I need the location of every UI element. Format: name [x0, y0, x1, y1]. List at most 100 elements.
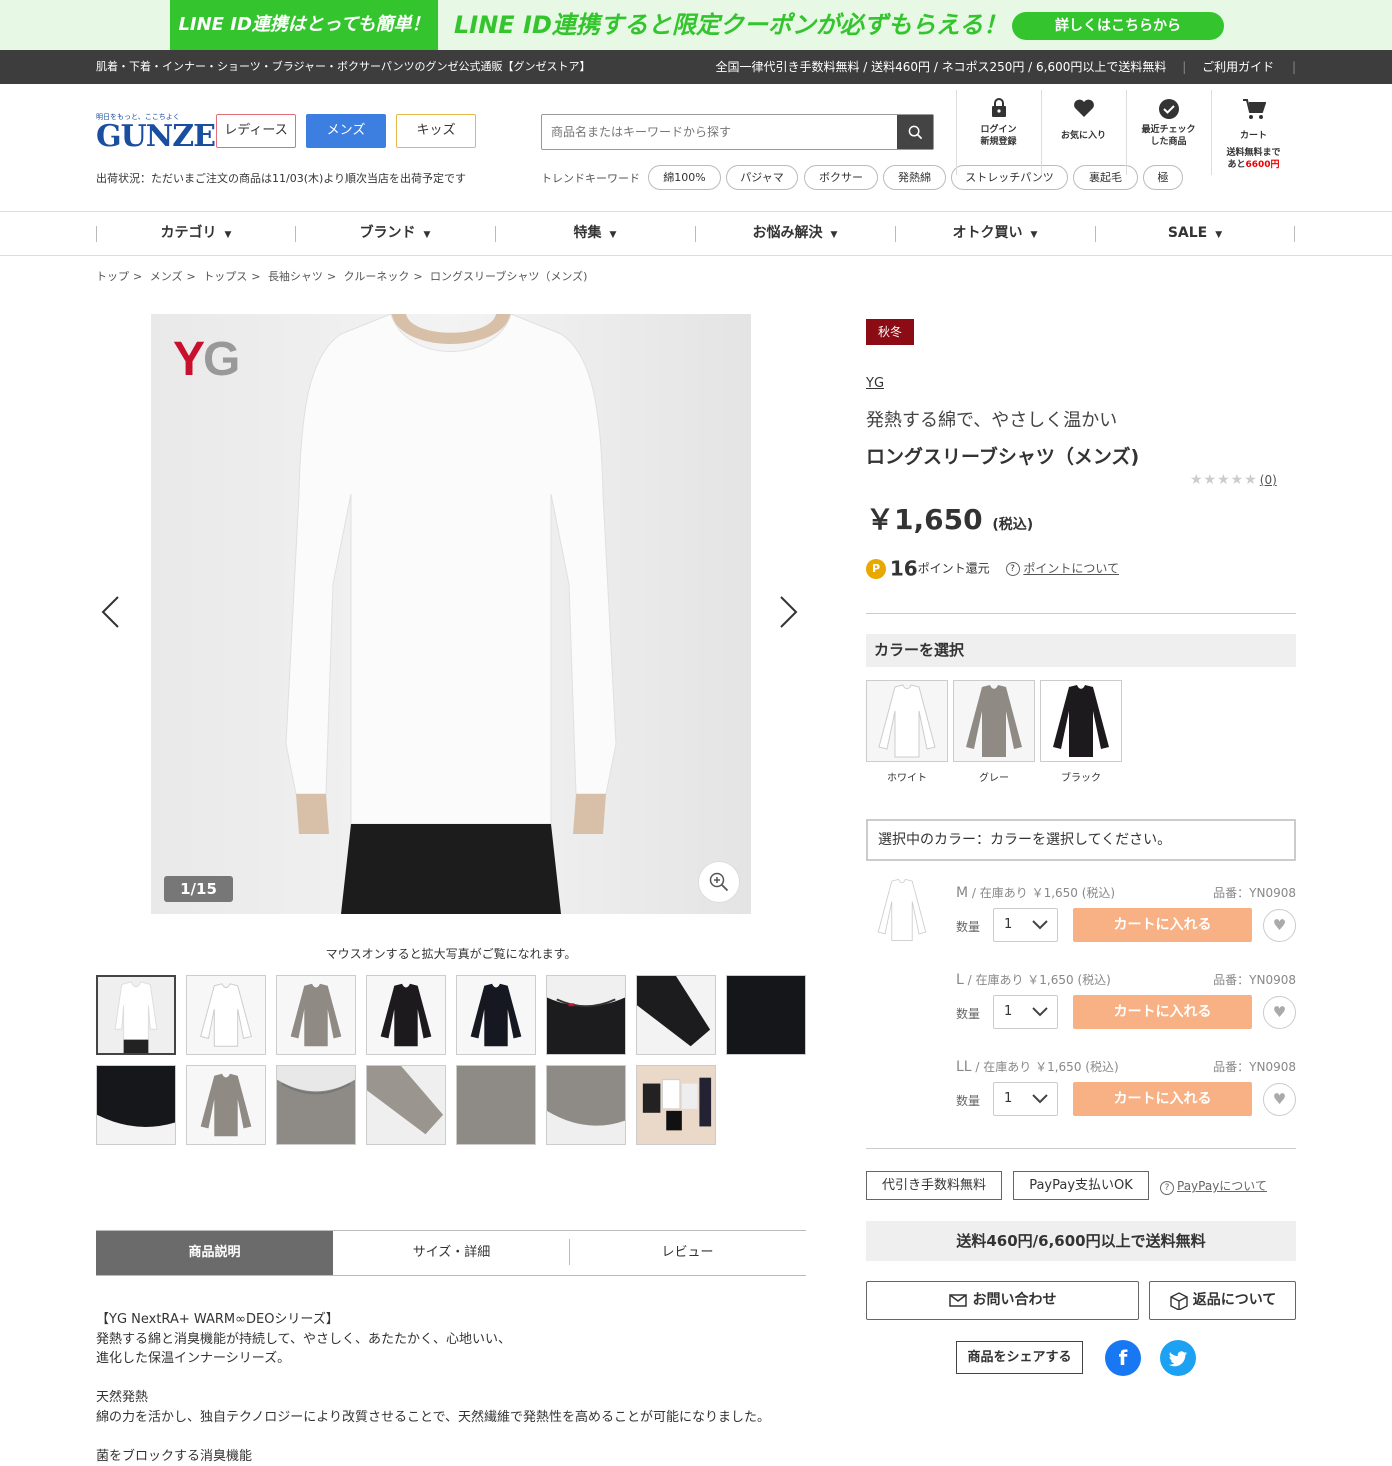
gallery-thumbnail[interactable]	[456, 1065, 536, 1145]
trend-chip[interactable]: 綿100%	[648, 165, 721, 190]
zoom-in-icon	[709, 872, 729, 892]
gallery-thumbnail[interactable]	[276, 975, 356, 1055]
breadcrumb-item[interactable]: メンズ	[150, 270, 183, 283]
gallery-thumbnail[interactable]	[96, 1065, 176, 1145]
size-info: L / 在庫あり ￥1,650 (税込)	[956, 971, 1111, 988]
search-button[interactable]	[897, 115, 933, 149]
size-label: M	[956, 885, 968, 901]
size-row-l: L / 在庫あり ￥1,650 (税込) 品番：YN0908 数量 1 カートに…	[956, 971, 1296, 1051]
tab-reviews[interactable]: レビュー	[569, 1231, 806, 1275]
quantity-select[interactable]: 1	[993, 1082, 1058, 1116]
nav-category[interactable]: カテゴリ▼	[96, 212, 296, 255]
main-product-image[interactable]: YG 1/15	[151, 314, 751, 914]
quantity-select[interactable]: 1	[993, 995, 1058, 1029]
search-icon	[908, 125, 923, 140]
gallery-thumbnail[interactable]	[186, 1065, 266, 1145]
search-input[interactable]	[542, 115, 898, 149]
gallery-thumbnail[interactable]	[546, 1065, 626, 1145]
favorite-button[interactable]: ♥	[1263, 909, 1296, 942]
add-to-cart-button[interactable]: カートに入れる	[1073, 1082, 1252, 1116]
cart-label: カート	[1211, 130, 1296, 142]
divider	[866, 1148, 1296, 1149]
global-nav: カテゴリ▼ ブランド▼ 特集 ▼ お悩み解決 ▼ オトク買い▼ SALE▼	[0, 211, 1392, 256]
add-to-cart-button[interactable]: カートに入れる	[1073, 995, 1252, 1029]
remaining-prefix: あと	[1227, 160, 1245, 170]
favorites-link[interactable]: お気に入り	[1041, 90, 1126, 180]
mens-button[interactable]: メンズ	[306, 114, 386, 148]
search-box	[541, 114, 934, 150]
gallery-thumbnail[interactable]	[366, 1065, 446, 1145]
favorite-button[interactable]: ♥	[1263, 996, 1296, 1029]
gallery-thumbnail[interactable]	[276, 1065, 356, 1145]
nav-label: お悩み解決	[753, 225, 823, 241]
color-swatch-black[interactable]	[1040, 680, 1122, 762]
breadcrumb-item[interactable]: 長袖シャツ	[268, 270, 323, 283]
gallery-thumbnail[interactable]	[636, 1065, 716, 1145]
gallery-thumbnail[interactable]	[186, 975, 266, 1055]
gunze-logo[interactable]: 明日をもっと、ここちよく GUNZE	[96, 112, 198, 152]
gallery-thumbnail[interactable]	[96, 975, 176, 1055]
breadcrumb-item[interactable]: トップス	[203, 270, 247, 283]
check-circle-icon	[1126, 98, 1211, 124]
tab-description[interactable]: 商品説明	[96, 1231, 333, 1275]
size-label: L	[956, 972, 964, 988]
ladies-button[interactable]: レディース	[216, 114, 296, 148]
kids-button[interactable]: キッズ	[396, 114, 476, 148]
color-swatch-white[interactable]	[866, 680, 948, 762]
nav-deals[interactable]: オトク買い▼	[895, 212, 1095, 255]
review-count-link[interactable]: (0)	[1260, 473, 1277, 487]
next-image-arrow[interactable]	[779, 595, 799, 636]
trend-chip[interactable]: 発熱綿	[883, 165, 946, 190]
heart-icon: ♥	[1273, 1003, 1286, 1021]
size-info: LL / 在庫あり ￥1,650 (税込)	[956, 1058, 1119, 1075]
heart-icon: ♥	[1273, 916, 1286, 934]
nav-solutions[interactable]: お悩み解決 ▼	[695, 212, 895, 255]
gallery-thumbnail[interactable]	[726, 975, 806, 1055]
breadcrumb-item[interactable]: クルーネック	[344, 270, 410, 283]
trend-label: トレンドキーワード	[541, 170, 640, 186]
nav-label: 特集	[574, 225, 602, 241]
line-banner[interactable]: LINE ID連携はとっても簡単！ LINE ID連携すると限定クーポンが必ずも…	[0, 0, 1392, 50]
add-to-cart-button[interactable]: カートに入れる	[1073, 908, 1252, 942]
thumb-image	[457, 976, 535, 1054]
gallery-thumbnail[interactable]	[456, 975, 536, 1055]
gallery-thumbnail[interactable]	[546, 975, 626, 1055]
color-swatch-gray[interactable]	[953, 680, 1035, 762]
tab-size-details[interactable]: サイズ・詳細	[333, 1231, 570, 1275]
recent-label-2: した商品	[1126, 136, 1211, 148]
breadcrumb-item[interactable]: トップ	[96, 270, 129, 283]
gallery-thumbnail[interactable]	[636, 975, 716, 1055]
black-shirt-image	[1041, 681, 1121, 761]
trend-chip[interactable]: ボクサー	[804, 165, 878, 190]
caret-down-icon: ▼	[610, 230, 617, 240]
gallery-thumbnail[interactable]	[366, 975, 446, 1055]
star-icons: ★★★★★	[1190, 472, 1258, 488]
points-value: 16	[890, 557, 918, 581]
cart-link[interactable]: カート 送料無料まで あと6600円	[1211, 90, 1296, 180]
guide-link[interactable]: ご利用ガイド	[1202, 60, 1274, 74]
login-link[interactable]: ログイン 新規登録	[956, 90, 1041, 180]
recent-items-link[interactable]: 最近チェック した商品	[1126, 90, 1211, 180]
nav-brand[interactable]: ブランド▼	[295, 212, 495, 255]
twitter-share-button[interactable]	[1160, 1340, 1196, 1376]
points-about-link[interactable]: ポイントについて	[1023, 562, 1119, 576]
chevron-left-icon	[100, 595, 120, 629]
chevron-down-icon	[1031, 996, 1049, 1040]
register-label: 新規登録	[956, 136, 1041, 148]
contact-button[interactable]: お問い合わせ	[866, 1281, 1139, 1320]
nav-feature[interactable]: 特集 ▼	[495, 212, 695, 255]
favorite-button[interactable]: ♥	[1263, 1083, 1296, 1116]
brand-link[interactable]: YG	[866, 376, 884, 391]
nav-sale[interactable]: SALE▼	[1095, 212, 1295, 255]
zoom-button[interactable]	[698, 861, 740, 903]
quantity-select[interactable]: 1	[993, 908, 1058, 942]
prev-image-arrow[interactable]	[100, 595, 120, 636]
trend-chip[interactable]: パジャマ	[726, 165, 798, 190]
caret-down-icon: ▼	[831, 230, 838, 240]
returns-button[interactable]: 返品について	[1149, 1281, 1296, 1320]
nav-label: オトク買い	[953, 225, 1023, 241]
banner-details-button[interactable]: 詳しくはこちらから	[1012, 12, 1224, 40]
paypay-about-link[interactable]: PayPayについて	[1177, 1179, 1267, 1193]
facebook-share-button[interactable]: f	[1105, 1340, 1141, 1376]
returns-label: 返品について	[1193, 1292, 1277, 1308]
